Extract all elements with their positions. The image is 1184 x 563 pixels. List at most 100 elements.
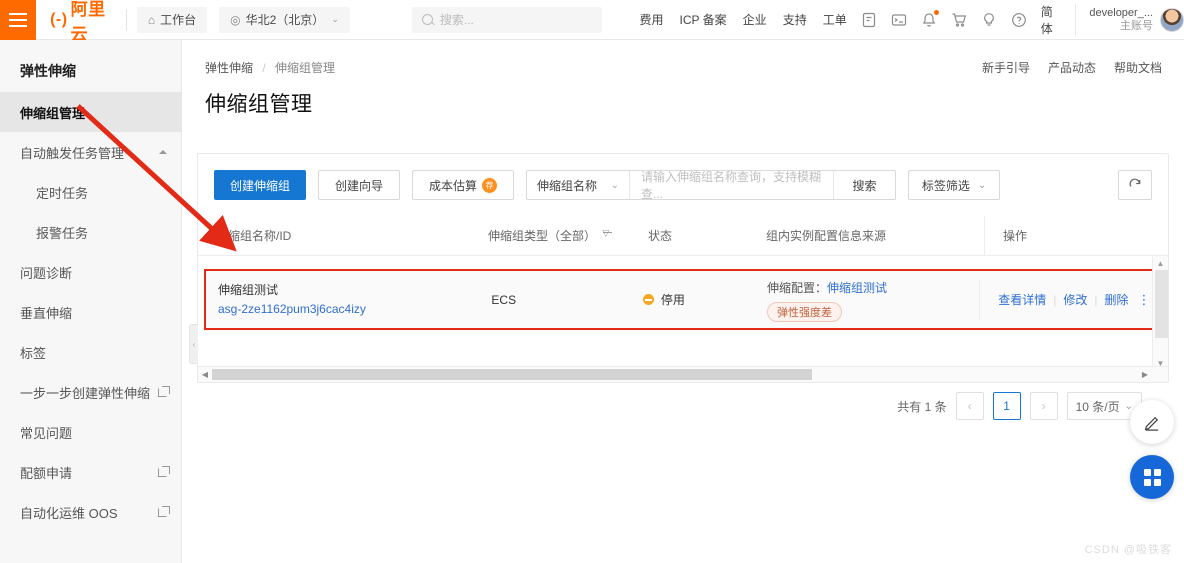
table-horizontal-scrollbar[interactable]: ◀ ▶ (198, 366, 1168, 382)
sidebar-item-tags[interactable]: 标签 (0, 332, 181, 372)
action-divider: | (1094, 292, 1098, 307)
chevron-down-icon: ⌄ (610, 179, 620, 191)
filter-icon[interactable] (602, 228, 613, 241)
chevron-down-icon: ⌄ (331, 14, 339, 24)
cell-actions: 查看详情 | 修改 | 删除 ⋮ (979, 279, 1160, 320)
page-title: 伸缩组管理 (205, 93, 313, 116)
sidebar-item-label: 自动化运维 OOS (20, 505, 118, 521)
user-name-block: developer_... 主账号 (1089, 7, 1153, 33)
sidebar-item-label: 一步一步创建弹性伸缩 (20, 385, 151, 401)
sidebar-item-scaling-group-management[interactable]: 伸缩组管理 (0, 92, 181, 132)
config-source-line: 伸缩配置：伸缩组测试 (767, 278, 979, 298)
cost-estimate-button[interactable]: 成本估算 荐 (412, 170, 515, 200)
app-icon[interactable] (861, 11, 878, 28)
create-wizard-button[interactable]: 创建向导 (318, 170, 401, 200)
home-icon: ⌂ (147, 12, 156, 27)
bulb-icon[interactable] (981, 11, 998, 28)
elasticity-tag: 弹性强度差 (767, 301, 843, 322)
help-icon[interactable] (1011, 11, 1028, 28)
sidebar-item-scheduled-tasks[interactable]: 定时任务 (0, 172, 181, 212)
bell-icon[interactable] (921, 10, 939, 28)
apps-grid-icon (1143, 468, 1161, 486)
modify-link[interactable]: 修改 (1063, 291, 1087, 308)
refresh-button[interactable] (1118, 170, 1152, 200)
language-selector[interactable]: 简体 (1041, 3, 1063, 37)
link-help-docs[interactable]: 帮助文档 (1114, 59, 1162, 76)
vscroll-thumb[interactable] (1155, 270, 1168, 338)
avatar[interactable] (1160, 7, 1184, 32)
link-beginner-guide[interactable]: 新手引导 (982, 59, 1030, 76)
config-source-link[interactable]: 伸缩组测试 (827, 281, 887, 295)
search-field-selector[interactable]: 伸缩组名称 ⌄ (527, 171, 629, 199)
hamburger-icon[interactable] (0, 0, 37, 40)
cell-type: ECS (491, 292, 517, 307)
alibaba-cloud-logo[interactable]: (-) 阿里云 (50, 0, 116, 45)
pencil-icon (1144, 416, 1158, 431)
table-vertical-scrollbar[interactable]: ▲ ▼ (1152, 256, 1168, 371)
hscroll-thumb[interactable] (212, 369, 812, 380)
nav-item-support[interactable]: 支持 (783, 11, 807, 28)
scroll-left-icon[interactable]: ◀ (198, 367, 212, 383)
search-button[interactable]: 搜索 (833, 171, 895, 199)
search-input[interactable]: 请输入伸缩组名称查询，支持模糊查... (629, 170, 833, 201)
create-scaling-group-button[interactable]: 创建伸缩组 (214, 170, 307, 200)
table-header-row: 伸缩组名称/ID 伸缩组类型（全部） 状态 组内实例配置信息来源 操作 (198, 215, 1168, 256)
region-selector[interactable]: ◎ 华北2（北京） ⌄ (219, 6, 350, 33)
sidebar-item-quota-application[interactable]: 配额申请 (0, 452, 181, 492)
sidebar-item-label: 标签 (20, 345, 47, 361)
scroll-right-icon[interactable]: ▶ (1138, 367, 1152, 383)
link-product-updates[interactable]: 产品动态 (1048, 59, 1096, 76)
delete-link[interactable]: 删除 (1105, 291, 1129, 308)
tag-filter-dropdown[interactable]: 标签筛选 ⌄ (908, 170, 1001, 200)
cart-icon[interactable] (951, 11, 968, 28)
nav-item-enterprise[interactable]: 企业 (743, 11, 767, 28)
external-link-icon (158, 465, 170, 477)
nav-item-fees[interactable]: 费用 (640, 11, 664, 28)
breadcrumb-root[interactable]: 弹性伸缩 (205, 61, 253, 75)
view-details-link[interactable]: 查看详情 (998, 291, 1046, 308)
status-badge: 停用 (642, 291, 747, 308)
sidebar-item-faq[interactable]: 常见问题 (0, 412, 181, 452)
breadcrumb: 弹性伸缩 / 伸缩组管理 (205, 59, 335, 76)
cell-name-id: 伸缩组测试 asg-2ze1162pum3j6cac4izy (206, 281, 473, 319)
table-row[interactable]: 伸缩组测试 asg-2ze1162pum3j6cac4izy ECS 停用 伸缩… (206, 271, 1160, 328)
sidebar-item-diagnostics[interactable]: 问题诊断 (0, 252, 181, 292)
sidebar-item-oos[interactable]: 自动化运维 OOS (0, 492, 181, 532)
sidebar-item-step-by-step-guide[interactable]: 一步一步创建弹性伸缩 (0, 372, 181, 412)
header-icon-group (861, 10, 1028, 28)
search-input-placeholder: 请输入伸缩组名称查询，支持模糊查... (641, 170, 822, 201)
external-link-icon (158, 385, 170, 397)
pagination-page-1[interactable]: 1 (992, 392, 1021, 420)
column-header-actions: 操作 (984, 215, 1168, 256)
search-group: 伸缩组名称 ⌄ 请输入伸缩组名称查询，支持模糊查... 搜索 (526, 170, 897, 201)
more-vertical-icon[interactable]: ⋮ (1138, 293, 1151, 306)
scroll-up-icon[interactable]: ▲ (1154, 257, 1167, 270)
nav-item-ticket[interactable]: 工单 (823, 11, 847, 28)
user-role: 主账号 (1120, 19, 1153, 32)
logo-text: 阿里云 (70, 0, 106, 44)
breadcrumb-separator: / (262, 61, 266, 75)
sidebar-item-auto-trigger-tasks[interactable]: 自动触发任务管理 (0, 132, 181, 172)
search-icon (421, 14, 433, 25)
sidebar: 弹性伸缩 伸缩组管理 自动触发任务管理 定时任务 报警任务 问题诊断 垂直伸缩 … (0, 40, 182, 563)
sidebar-item-label: 配额申请 (20, 465, 73, 481)
sidebar-item-alarm-tasks[interactable]: 报警任务 (0, 212, 181, 252)
column-header-type-label: 伸缩组类型（全部） (488, 229, 597, 243)
pagination-next-button[interactable]: › (1029, 392, 1058, 420)
sidebar-item-vertical-scaling[interactable]: 垂直伸缩 (0, 292, 181, 332)
sidebar-item-label: 定时任务 (36, 185, 89, 201)
pagination-prev-button[interactable]: ‹ (955, 392, 984, 420)
sidebar-collapse-handle[interactable]: ‹ (189, 324, 198, 364)
user-account-menu[interactable]: developer_... 主账号 (1075, 3, 1184, 36)
sidebar-item-label: 常见问题 (20, 425, 73, 441)
vscroll-track[interactable] (1154, 270, 1168, 357)
feedback-button[interactable] (1130, 400, 1174, 444)
workbench-button[interactable]: ⌂ 工作台 (136, 6, 208, 33)
global-search-input[interactable]: 搜索... (411, 6, 602, 33)
sidebar-title[interactable]: 弹性伸缩 (0, 50, 181, 92)
quick-apps-button[interactable] (1130, 455, 1174, 499)
scaling-group-id-link[interactable]: asg-2ze1162pum3j6cac4izy (218, 300, 473, 319)
chevron-down-icon: ⌄ (977, 179, 987, 191)
terminal-icon[interactable] (891, 11, 908, 28)
nav-item-icp[interactable]: ICP 备案 (680, 11, 727, 28)
